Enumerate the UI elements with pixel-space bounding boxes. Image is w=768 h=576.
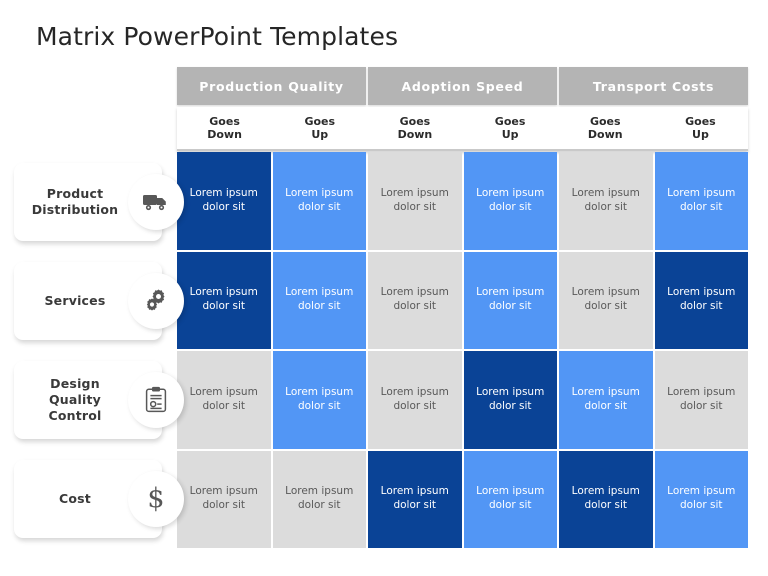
column-group-header: Production Quality [177,67,366,105]
row-label-text: Design Quality Control [48,376,101,424]
truck-icon [128,173,184,230]
matrix-cell-text: Lorem ipsum dolor sit [189,186,258,213]
sub-header-line: Goes [399,114,431,128]
row-label-line: Product [46,185,104,201]
matrix-cell[interactable]: Lorem ipsum dolor sit [463,450,557,548]
matrix-cell[interactable]: Lorem ipsum dolor sit [559,152,653,250]
row-label-line: Control [48,407,102,423]
column-sub-header: Goes Up [463,107,558,149]
matrix-cell[interactable]: Lorem ipsum dolor sit [272,450,366,548]
row-label-line: Services [44,292,106,308]
matrix-cell[interactable]: Lorem ipsum dolor sit [272,251,366,349]
column-sub-header: Goes Down [177,107,272,149]
column-group-header: Transport Costs [559,67,748,105]
matrix-grid: Lorem ipsum dolor sit Lorem ipsum dolor s… [177,152,748,548]
matrix-cell-text: Lorem ipsum dolor sit [667,385,736,412]
sub-header-line: Goes [494,114,526,128]
matrix-cell-text: Lorem ipsum dolor sit [667,286,736,313]
matrix-cell[interactable]: Lorem ipsum dolor sit [177,351,271,449]
matrix-cell[interactable]: Lorem ipsum dolor sit [368,450,462,548]
sub-header-line: Up [501,128,519,141]
sub-header-line: Goes [685,114,716,128]
matrix-cell[interactable]: Lorem ipsum dolor sit [654,450,748,548]
row-label-text: Product Distribution [32,186,119,218]
row-label-line: Distribution [31,201,119,217]
matrix-cell-text: Lorem ipsum dolor sit [476,286,545,313]
sub-header-line: Down [587,128,623,141]
column-sub-header: Goes Up [653,107,748,149]
sub-header-line: Down [397,128,433,141]
column-sub-header: Goes Down [367,107,462,149]
column-group-header: Adoption Speed [368,67,557,105]
row-label-1[interactable]: Product Distribution [14,162,184,241]
sub-header-line: Goes [209,114,240,128]
gears-icon [128,272,184,329]
matrix-cell[interactable]: Lorem ipsum dolor sit [559,351,653,449]
matrix-cell-text: Lorem ipsum dolor sit [285,385,354,412]
matrix-cell[interactable]: Lorem ipsum dolor sit [463,251,557,349]
matrix-cell[interactable]: Lorem ipsum dolor sit [559,251,653,349]
row-label-text: Services [44,293,105,309]
matrix-cell-text: Lorem ipsum dolor sit [189,485,258,512]
matrix-cell-text: Lorem ipsum dolor sit [285,286,354,313]
dollar-icon: $ [128,470,184,527]
column-group-header-row: Production Quality Adoption Speed Transpor… [177,67,748,105]
matrix-cell-text: Lorem ipsum dolor sit [380,286,449,313]
sub-header-line: Up [311,128,329,141]
matrix-cell[interactable]: Lorem ipsum dolor sit [463,351,557,449]
row-label-4[interactable]: Cost $ [14,459,184,538]
matrix-cell[interactable]: Lorem ipsum dolor sit [654,351,748,449]
clipboard-icon [128,371,184,428]
matrix-cell-text: Lorem ipsum dolor sit [571,286,640,313]
matrix-cell[interactable]: Lorem ipsum dolor sit [559,450,653,548]
matrix-cell[interactable]: Lorem ipsum dolor sit [177,251,271,349]
matrix-cell-text: Lorem ipsum dolor sit [380,385,449,412]
matrix-cell-text: Lorem ipsum dolor sit [476,186,545,213]
sub-header-line: Goes [589,114,621,128]
page-title: Matrix PowerPoint Templates [36,22,399,51]
row-label-3[interactable]: Design Quality Control [14,360,184,439]
matrix-cell-text: Lorem ipsum dolor sit [571,186,640,213]
matrix-cell-text: Lorem ipsum dolor sit [571,485,640,512]
matrix-cell-text: Lorem ipsum dolor sit [667,485,736,512]
matrix-cell[interactable]: Lorem ipsum dolor sit [368,152,462,250]
column-sub-header: Goes Down [558,107,653,149]
row-label-text: Cost [59,491,91,507]
matrix-cell-text: Lorem ipsum dolor sit [571,385,640,412]
row-label-line: Design [50,375,100,391]
row-label-column: Product Distribution Services Design Quali… [14,152,184,548]
matrix-cell-text: Lorem ipsum dolor sit [285,485,354,512]
matrix-cell[interactable]: Lorem ipsum dolor sit [177,152,271,250]
matrix-cell-text: Lorem ipsum dolor sit [380,186,449,213]
matrix-cell-text: Lorem ipsum dolor sit [285,186,354,213]
matrix-cell[interactable]: Lorem ipsum dolor sit [463,152,557,250]
matrix-cell[interactable]: Lorem ipsum dolor sit [654,152,748,250]
matrix-cell[interactable]: Lorem ipsum dolor sit [177,450,271,548]
column-sub-header-row: Goes Down Goes Up Goes Down Goes Up Goes Down Goes… [177,107,748,151]
sub-header-line: Down [207,128,242,141]
matrix-cell[interactable]: Lorem ipsum dolor sit [368,251,462,349]
sub-header-line: Up [692,128,709,141]
matrix-cell[interactable]: Lorem ipsum dolor sit [368,351,462,449]
matrix-cell-text: Lorem ipsum dolor sit [189,385,258,412]
row-label-line: Quality [48,391,102,407]
matrix-cell[interactable]: Lorem ipsum dolor sit [272,351,366,449]
matrix-cell-text: Lorem ipsum dolor sit [667,186,736,213]
row-label-2[interactable]: Services [14,261,184,340]
matrix-cell[interactable]: Lorem ipsum dolor sit [654,251,748,349]
matrix-cell-text: Lorem ipsum dolor sit [189,286,258,313]
matrix-cell-text: Lorem ipsum dolor sit [380,485,449,512]
column-sub-header: Goes Up [272,107,367,149]
matrix-cell-text: Lorem ipsum dolor sit [476,485,545,512]
matrix-cell-text: Lorem ipsum dolor sit [476,385,545,412]
sub-header-line: Goes [304,114,336,128]
row-label-line: Cost [59,490,91,506]
matrix-cell[interactable]: Lorem ipsum dolor sit [272,152,366,250]
